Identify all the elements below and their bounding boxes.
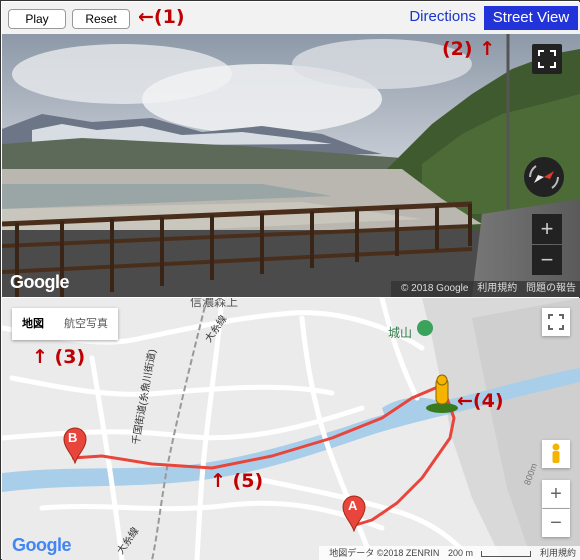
marker-a-label: A	[348, 498, 358, 513]
map-panel[interactable]: 信濃森上 城山 大糸線 大糸線 千国街道(糸魚川街道) 800m 地図 航空写真…	[2, 298, 580, 560]
marker-b-label: B	[68, 430, 78, 445]
reset-button[interactable]: Reset	[72, 9, 130, 29]
street-view-footer: © 2018 Google 利用規約 問題の報告	[391, 281, 580, 297]
sv-zoom-in-button[interactable]: +	[532, 214, 562, 244]
sv-report-link[interactable]: 問題の報告	[526, 283, 576, 294]
pegman-button[interactable]	[542, 440, 570, 468]
app-frame: Play Reset ←(1) Directions Street View (…	[0, 0, 580, 560]
map-data-attribution: 地図データ ©2018 ZENRIN	[329, 548, 440, 558]
map-google-logo: Google	[12, 535, 72, 555]
map-type-control: 地図 航空写真	[12, 308, 118, 340]
compass-control[interactable]	[524, 157, 564, 197]
map-zoom-in-button[interactable]: +	[542, 480, 570, 508]
fullscreen-icon	[548, 314, 564, 330]
map-type-satellite-button[interactable]: 航空写真	[54, 308, 118, 340]
scale-bar	[481, 550, 532, 557]
pegman-icon	[552, 443, 560, 463]
street-view-panel[interactable]: (2) ↑ + − Google © 2018 Google 利用規約 問題の報…	[2, 34, 580, 297]
annotation-1: ←(1)	[138, 6, 185, 28]
street-view-scene	[2, 34, 580, 297]
map-label-school: 信濃森上	[190, 298, 239, 309]
annotation-4: ←(4)	[457, 390, 504, 412]
sv-terms-link[interactable]: 利用規約	[477, 283, 517, 294]
map-scale[interactable]: 200 m	[448, 548, 473, 558]
map-fullscreen-button[interactable]	[542, 308, 570, 336]
compass-icon	[529, 165, 559, 189]
fullscreen-icon	[538, 50, 556, 68]
sv-zoom-out-button[interactable]: −	[532, 245, 562, 275]
top-toolbar: Play Reset ←(1) Directions Street View	[2, 2, 580, 34]
annotation-5: ↑ (5)	[210, 470, 264, 492]
map-terms-link[interactable]: 利用規約	[540, 548, 576, 558]
map-type-map-button[interactable]: 地図	[12, 308, 54, 340]
map-footer: 地図データ ©2018 ZENRIN 200 m 利用規約	[319, 546, 580, 560]
annotation-3: ↑ (3)	[32, 346, 86, 368]
street-view-tab[interactable]: Street View	[484, 6, 578, 30]
google-logo: Google	[10, 272, 70, 292]
annotation-2: (2) ↑	[442, 38, 496, 60]
pegman-on-map-icon[interactable]	[424, 374, 460, 414]
map-label-castle: 城山	[388, 326, 413, 340]
sv-copyright: © 2018 Google	[401, 283, 469, 294]
map-zoom-out-button[interactable]: −	[542, 509, 570, 537]
directions-tab[interactable]: Directions	[409, 8, 476, 25]
play-button[interactable]: Play	[8, 9, 66, 29]
fullscreen-button[interactable]	[532, 44, 562, 74]
